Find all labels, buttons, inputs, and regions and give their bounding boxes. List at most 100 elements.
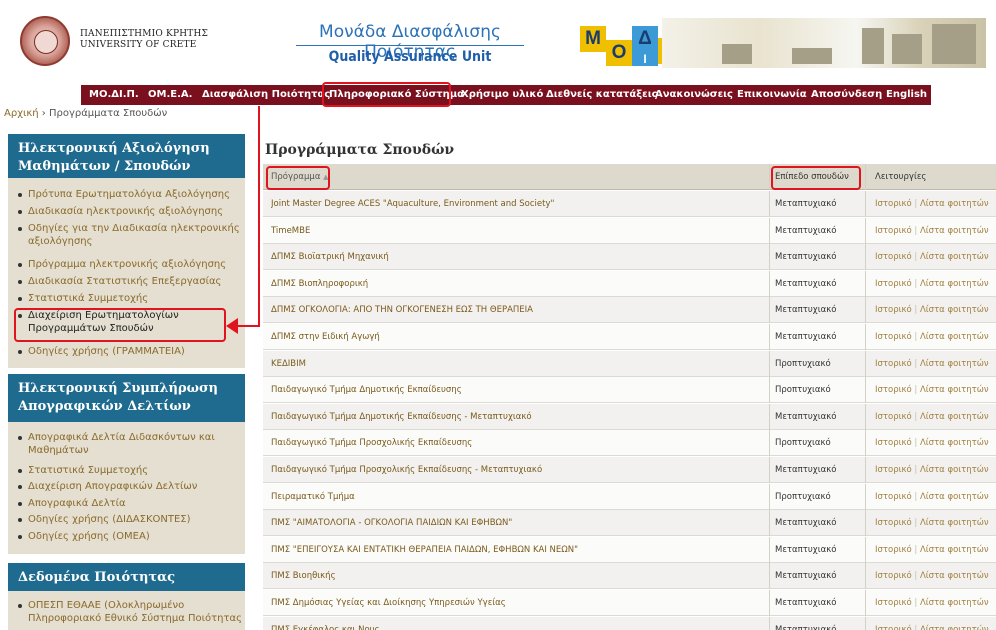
- page-title: Προγράμματα Σπουδών: [265, 142, 455, 158]
- program-link[interactable]: ΠΜΣ "ΑΙΜΑΤΟΛΟΓΙΑ - ΟΓΚΟΛΟΓΙΑ ΠΑΙΔΙΩΝ ΚΑΙ…: [271, 510, 763, 536]
- program-link[interactable]: ΠΜΣ Βιοηθικής: [271, 563, 763, 589]
- sidebar-item[interactable]: Απογραφικά Δελτία Διδασκόντων και Μαθημά…: [18, 431, 245, 457]
- student-list-link[interactable]: Λίστα φοιτητών: [920, 199, 989, 209]
- student-list-link[interactable]: Λίστα φοιτητών: [920, 571, 989, 581]
- student-list-link[interactable]: Λίστα φοιτητών: [920, 359, 989, 369]
- program-link[interactable]: ΠΜΣ Εγκέφαλος και Νους: [271, 617, 763, 630]
- program-link[interactable]: ΠΜΣ "ΕΠΕΙΓΟΥΣΑ ΚΑΙ ΕΝΤΑΤΙΚΗ ΘΕΡΑΠΕΙΑ ΠΑΙ…: [271, 537, 763, 563]
- sidebar-item[interactable]: Οδηγίες χρήσης (ΔΙΔΑΣΚΟΝΤΕΣ): [18, 513, 245, 526]
- program-link[interactable]: Πειραματικό Τμήμα: [271, 484, 763, 510]
- history-link[interactable]: Ιστορικό: [875, 305, 912, 315]
- history-link[interactable]: Ιστορικό: [875, 199, 912, 209]
- sidebar-item[interactable]: Οδηγίες για την Διαδικασία ηλεκτρονικής …: [18, 222, 245, 248]
- sidebar-item[interactable]: Στατιστικά Συμμετοχής: [18, 292, 245, 305]
- history-link[interactable]: Ιστορικό: [875, 518, 912, 528]
- student-list-link[interactable]: Λίστα φοιτητών: [920, 332, 989, 342]
- sidebar-item[interactable]: Στατιστικά Συμμετοχής: [18, 464, 245, 477]
- table-row: ΠΜΣ Δημόσιας Υγείας και Διοίκησης Υπηρεσ…: [263, 590, 996, 616]
- program-link[interactable]: ΔΠΜΣ Βιοπληροφορική: [271, 271, 763, 297]
- action-separator: |: [914, 279, 918, 289]
- nav-item-modip[interactable]: ΜΟ.ΔΙ.Π.: [89, 85, 139, 105]
- university-seal-logo[interactable]: [20, 16, 70, 66]
- history-link[interactable]: Ιστορικό: [875, 598, 912, 608]
- student-list-link[interactable]: Λίστα φοιτητών: [920, 545, 989, 555]
- column-header-study-level[interactable]: Επίπεδο σπουδών: [775, 164, 865, 190]
- program-link[interactable]: TimeMBE: [271, 218, 763, 244]
- sidebar-item[interactable]: Διαχείριση Απογραφικών Δελτίων: [18, 480, 245, 493]
- nav-item-announcements[interactable]: Ανακοινώσεις: [655, 85, 733, 105]
- nav-item-logout[interactable]: Αποσύνδεση: [811, 85, 882, 105]
- table-row: Παιδαγωγικό Τμήμα Προσχολικής Εκπαίδευση…: [263, 430, 996, 456]
- student-list-link[interactable]: Λίστα φοιτητών: [920, 492, 989, 502]
- history-link[interactable]: Ιστορικό: [875, 412, 912, 422]
- student-list-link[interactable]: Λίστα φοιτητών: [920, 625, 989, 630]
- column-header-actions: Λειτουργίες: [875, 172, 927, 182]
- student-list-link[interactable]: Λίστα φοιτητών: [920, 305, 989, 315]
- history-link[interactable]: Ιστορικό: [875, 226, 912, 236]
- sidebar-item[interactable]: Διαδικασία ηλεκτρονικής αξιολόγησης: [18, 205, 245, 218]
- student-list-link[interactable]: Λίστα φοιτητών: [920, 465, 989, 475]
- actions-cell: Ιστορικό | Λίστα φοιτητών: [875, 404, 995, 430]
- action-separator: |: [914, 305, 918, 315]
- sidebar-item[interactable]: Απογραφικά Δελτία: [18, 497, 245, 510]
- sidebar-item[interactable]: Πρόγραμμα ηλεκτρονικής αξιολόγησης: [18, 258, 245, 271]
- program-link[interactable]: Παιδαγωγικό Τμήμα Δημοτικής Εκπαίδευσης: [271, 377, 763, 403]
- action-separator: |: [914, 598, 918, 608]
- student-list-link[interactable]: Λίστα φοιτητών: [920, 252, 989, 262]
- nav-item-english[interactable]: English: [886, 85, 927, 105]
- student-list-link[interactable]: Λίστα φοιτητών: [920, 518, 989, 528]
- history-link[interactable]: Ιστορικό: [875, 492, 912, 502]
- history-link[interactable]: Ιστορικό: [875, 545, 912, 555]
- program-link[interactable]: Παιδαγωγικό Τμήμα Προσχολικής Εκπαίδευση…: [271, 457, 763, 483]
- breadcrumb-home[interactable]: Αρχική: [4, 108, 39, 119]
- sidebar-item[interactable]: Πρότυπα Ερωτηματολόγια Αξιολόγησης: [18, 188, 245, 201]
- table-row: ΠΜΣ Βιοηθικής Μεταπτυχιακό Ιστορικό | Λίστ…: [263, 563, 996, 589]
- sidebar-item[interactable]: Οδηγίες χρήσης (ΟΜΕΑ): [18, 530, 245, 543]
- actions-cell: Ιστορικό | Λίστα φοιτητών: [875, 377, 995, 403]
- sidebar-section-header: Δεδομένα Ποιότητας: [8, 563, 245, 591]
- program-link[interactable]: Joint Master Degree ACES "Aquaculture, E…: [271, 191, 763, 217]
- program-link[interactable]: ΔΠΜΣ στην Ειδική Αγωγή: [271, 324, 763, 350]
- study-level-cell: Μεταπτυχιακό: [775, 518, 837, 528]
- program-link[interactable]: ΔΠΜΣ ΟΓΚΟΛΟΓΙΑ: ΑΠΟ ΤΗΝ ΟΓΚΟΓΕΝΕΣΗ ΕΩΣ Τ…: [271, 297, 763, 323]
- program-link[interactable]: ΠΜΣ Δημόσιας Υγείας και Διοίκησης Υπηρεσ…: [271, 590, 763, 616]
- history-link[interactable]: Ιστορικό: [875, 385, 912, 395]
- study-level-cell: Μεταπτυχιακό: [775, 598, 837, 608]
- history-link[interactable]: Ιστορικό: [875, 465, 912, 475]
- column-header-program[interactable]: Πρόγραμμα ▲: [271, 164, 763, 190]
- student-list-link[interactable]: Λίστα φοιτητών: [920, 412, 989, 422]
- sidebar-item[interactable]: Διαδικασία Στατιστικής Επεξεργασίας: [18, 275, 245, 288]
- history-link[interactable]: Ιστορικό: [875, 571, 912, 581]
- student-list-link[interactable]: Λίστα φοιτητών: [920, 279, 989, 289]
- nav-item-information-system[interactable]: Πληροφοριακό Σύστημα: [329, 85, 464, 105]
- action-separator: |: [914, 492, 918, 502]
- student-list-link[interactable]: Λίστα φοιτητών: [920, 438, 989, 448]
- student-list-link[interactable]: Λίστα φοιτητών: [920, 385, 989, 395]
- action-separator: |: [914, 571, 918, 581]
- header-banner-image: [662, 18, 986, 68]
- student-list-link[interactable]: Λίστα φοιτητών: [920, 598, 989, 608]
- history-link[interactable]: Ιστορικό: [875, 332, 912, 342]
- nav-item-international-rankings[interactable]: Διεθνείς κατατάξεις: [546, 85, 658, 105]
- sidebar-item[interactable]: Οδηγίες χρήσης (ΓΡΑΜΜΑΤΕΙΑ): [18, 345, 245, 358]
- history-link[interactable]: Ιστορικό: [875, 359, 912, 369]
- university-name: ΠΑΝΕΠΙΣΤΗΜΙΟ ΚΡΗΤΗΣ UNIVERSITY OF CRETE: [80, 29, 208, 51]
- sidebar-item[interactable]: ΟΠΕΣΠ ΕΘΑΑΕ (Ολοκληρωμένο Πληροφοριακό Ε…: [18, 599, 245, 625]
- nav-item-contact[interactable]: Επικοινωνία: [737, 85, 807, 105]
- action-separator: |: [914, 359, 918, 369]
- program-link[interactable]: ΚΕΔΙΒΙΜ: [271, 351, 763, 377]
- history-link[interactable]: Ιστορικό: [875, 279, 912, 289]
- history-link[interactable]: Ιστορικό: [875, 438, 912, 448]
- program-link[interactable]: Παιδαγωγικό Τμήμα Προσχολικής Εκπαίδευση…: [271, 430, 763, 456]
- table-row: ΠΜΣ Εγκέφαλος και Νους Μεταπτυχιακό Ιστορι…: [263, 617, 996, 630]
- nav-item-useful-material[interactable]: Χρήσιμο υλικό: [461, 85, 543, 105]
- history-link[interactable]: Ιστορικό: [875, 252, 912, 262]
- program-link[interactable]: Παιδαγωγικό Τμήμα Δημοτικής Εκπαίδευσης …: [271, 404, 763, 430]
- sidebar-item-questionnaire-management[interactable]: Διαχείριση Ερωτηματολογίων Προγραμμάτων …: [18, 309, 210, 335]
- student-list-link[interactable]: Λίστα φοιτητών: [920, 226, 989, 236]
- table-row: ΚΕΔΙΒΙΜ Προπτυχιακό Ιστορικό | Λίστα φοιτη…: [263, 351, 996, 377]
- nav-item-quality-assurance[interactable]: Διασφάλιση Ποιότητας: [202, 85, 330, 105]
- history-link[interactable]: Ιστορικό: [875, 625, 912, 630]
- program-link[interactable]: ΔΠΜΣ Βιοϊατρική Μηχανική: [271, 244, 763, 270]
- nav-item-omea[interactable]: ΟΜ.Ε.Α.: [148, 85, 192, 105]
